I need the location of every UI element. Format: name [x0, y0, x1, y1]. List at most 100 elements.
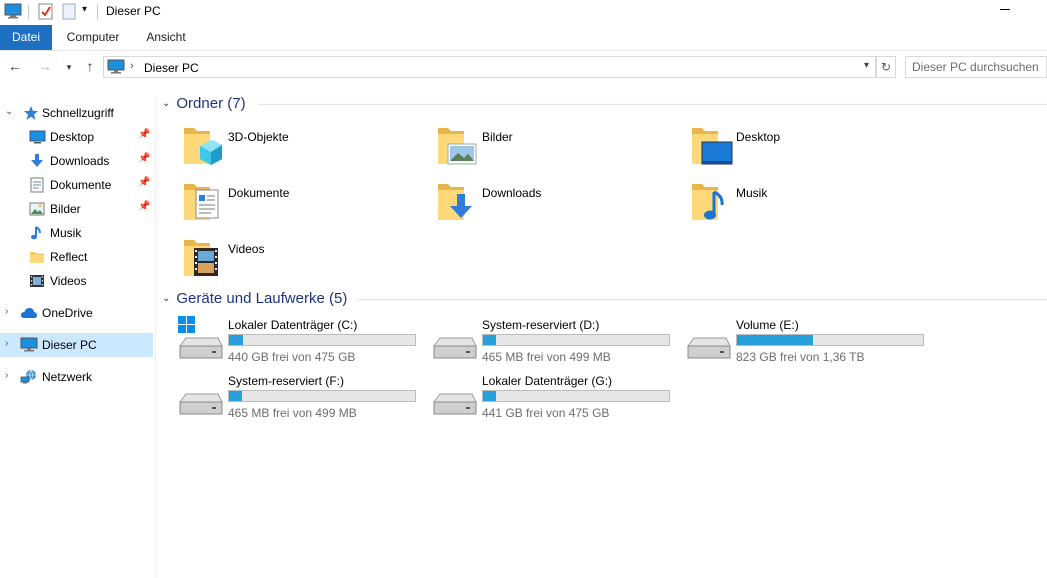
computer-icon[interactable] — [4, 3, 22, 22]
customize-toolbar-icon[interactable]: ▾ — [82, 4, 87, 15]
sidebar-item-quick-access[interactable]: ⌄ Schnellzugriff — [0, 101, 153, 125]
desktop-icon — [29, 129, 46, 145]
windows-drive-icon — [178, 316, 224, 360]
sidebar-item-label: Dokumente — [50, 178, 112, 192]
drive-free-space: 465 MB frei von 499 MB — [228, 406, 357, 420]
drive-d[interactable]: System-reserviert (D:) 465 MB frei von 4… — [432, 316, 682, 366]
chevron-down-icon[interactable]: ⌄ — [5, 106, 13, 117]
drive-free-space: 823 GB frei von 1,36 TB — [736, 350, 865, 364]
sidebar-item-label: Schnellzugriff — [42, 106, 114, 120]
downloads-icon — [29, 153, 45, 169]
sidebar-item-pictures[interactable]: Bilder 📌 — [0, 197, 153, 221]
folder-icon — [29, 249, 45, 265]
folders-group-title: Ordner (7) — [176, 95, 246, 112]
address-bar[interactable]: › Dieser PC ▾ — [103, 56, 876, 78]
title-bar: ▾ Dieser PC — [0, 0, 1047, 24]
drive-label: Volume (E:) — [736, 318, 799, 332]
address-dropdown-icon[interactable]: ▾ — [864, 60, 869, 71]
drive-usage-fill — [229, 335, 243, 345]
folders-group-header[interactable]: ⌄ Ordner (7) — [162, 95, 246, 112]
drive-usage-fill — [229, 391, 242, 401]
folder-desktop[interactable]: Desktop — [690, 122, 940, 176]
sidebar-item-label: Reflect — [50, 250, 88, 264]
breadcrumb-this-pc[interactable]: Dieser PC — [144, 61, 199, 75]
pictures-folder-icon — [436, 122, 480, 166]
sidebar-item-onedrive[interactable]: › OneDrive — [0, 301, 153, 325]
sidebar-item-videos[interactable]: Videos — [0, 269, 153, 293]
sidebar-item-label: Desktop — [50, 130, 95, 144]
hard-drive-icon — [178, 372, 224, 416]
tab-datei[interactable]: Datei — [0, 25, 52, 50]
drive-label: System-reserviert (F:) — [228, 374, 345, 388]
pin-icon[interactable]: 📌 — [138, 177, 150, 188]
sidebar-item-label: Netzwerk — [42, 370, 93, 384]
drive-usage-bar — [736, 334, 924, 346]
folder-music[interactable]: Musik — [690, 178, 940, 232]
folder-3d-objects[interactable]: 3D-Objekte — [182, 122, 432, 176]
chevron-down-icon[interactable]: ⌄ — [162, 293, 170, 304]
drive-usage-bar — [228, 334, 416, 346]
this-pc-icon — [20, 337, 38, 353]
drives-group-header[interactable]: ⌄ Geräte und Laufwerke (5) — [162, 290, 347, 307]
drive-g[interactable]: Lokaler Datenträger (G:) 441 GB frei von… — [432, 372, 682, 422]
sidebar-item-downloads[interactable]: Downloads 📌 — [0, 149, 153, 173]
chevron-right-icon[interactable]: › — [5, 338, 8, 349]
sidebar-item-label: Musik — [50, 226, 82, 240]
back-button[interactable]: ← — [6, 58, 24, 74]
sidebar-item-label: Downloads — [50, 154, 110, 168]
sidebar-item-music[interactable]: Musik — [0, 221, 153, 245]
drive-usage-fill — [737, 335, 814, 345]
chevron-down-icon[interactable]: ⌄ — [162, 98, 170, 109]
drive-free-space: 441 GB frei von 475 GB — [482, 406, 610, 420]
folder-label: Desktop — [736, 130, 781, 144]
recent-locations-button[interactable]: ▾ — [60, 62, 78, 73]
pictures-icon — [29, 201, 45, 217]
pin-icon[interactable]: 📌 — [138, 153, 150, 164]
sidebar-item-this-pc[interactable]: › Dieser PC — [0, 333, 153, 357]
folder-pictures[interactable]: Bilder — [436, 122, 686, 176]
pin-icon[interactable]: 📌 — [138, 201, 150, 212]
videos-folder-icon — [182, 234, 226, 278]
tab-ansicht[interactable]: Ansicht — [137, 25, 195, 50]
folder-videos[interactable]: Videos — [182, 234, 432, 288]
folder-downloads[interactable]: Downloads — [436, 178, 686, 232]
drive-f[interactable]: System-reserviert (F:) 465 MB frei von 4… — [178, 372, 428, 422]
folder-label: Bilder — [482, 130, 513, 144]
drive-usage-bar — [228, 390, 416, 402]
sidebar-item-label: OneDrive — [42, 306, 93, 320]
folder-label: 3D-Objekte — [228, 130, 289, 144]
drive-e[interactable]: Volume (E:) 823 GB frei von 1,36 TB — [686, 316, 936, 366]
this-pc-icon — [107, 59, 125, 78]
folder-documents[interactable]: Dokumente — [182, 178, 432, 232]
drive-free-space: 465 MB frei von 499 MB — [482, 350, 611, 364]
properties-icon[interactable] — [38, 3, 54, 23]
refresh-button[interactable]: ↻ — [876, 56, 896, 78]
sidebar-item-reflect[interactable]: Reflect — [0, 245, 153, 269]
chevron-right-icon[interactable]: › — [5, 306, 8, 317]
breadcrumb-arrow-icon[interactable]: › — [130, 60, 134, 72]
sidebar-item-label: Dieser PC — [42, 338, 97, 352]
sidebar-item-network[interactable]: › Netzwerk — [0, 365, 153, 389]
star-icon — [23, 105, 39, 121]
cloud-icon — [20, 305, 37, 321]
sidebar-item-documents[interactable]: Dokumente 📌 — [0, 173, 153, 197]
videos-icon — [29, 273, 45, 289]
forward-button[interactable]: → — [36, 58, 54, 74]
sidebar-item-label: Bilder — [50, 202, 81, 216]
drive-c[interactable]: Lokaler Datenträger (C:) 440 GB frei von… — [178, 316, 428, 366]
up-button[interactable]: ↑ — [81, 58, 99, 74]
minimize-button[interactable] — [1000, 9, 1010, 10]
folder-label: Videos — [228, 242, 265, 256]
hard-drive-icon — [432, 372, 478, 416]
drive-usage-fill — [483, 335, 496, 345]
sidebar-item-desktop[interactable]: Desktop 📌 — [0, 125, 153, 149]
drive-usage-bar — [482, 390, 670, 402]
tab-computer[interactable]: Computer — [57, 25, 129, 50]
pin-icon[interactable]: 📌 — [138, 129, 150, 140]
new-folder-icon[interactable] — [62, 3, 76, 23]
folder-label: Downloads — [482, 186, 542, 200]
ribbon-tabs: Datei Computer Ansicht — [0, 25, 1047, 51]
chevron-right-icon[interactable]: › — [5, 370, 8, 381]
network-icon — [20, 369, 36, 385]
search-input[interactable] — [905, 56, 1047, 78]
